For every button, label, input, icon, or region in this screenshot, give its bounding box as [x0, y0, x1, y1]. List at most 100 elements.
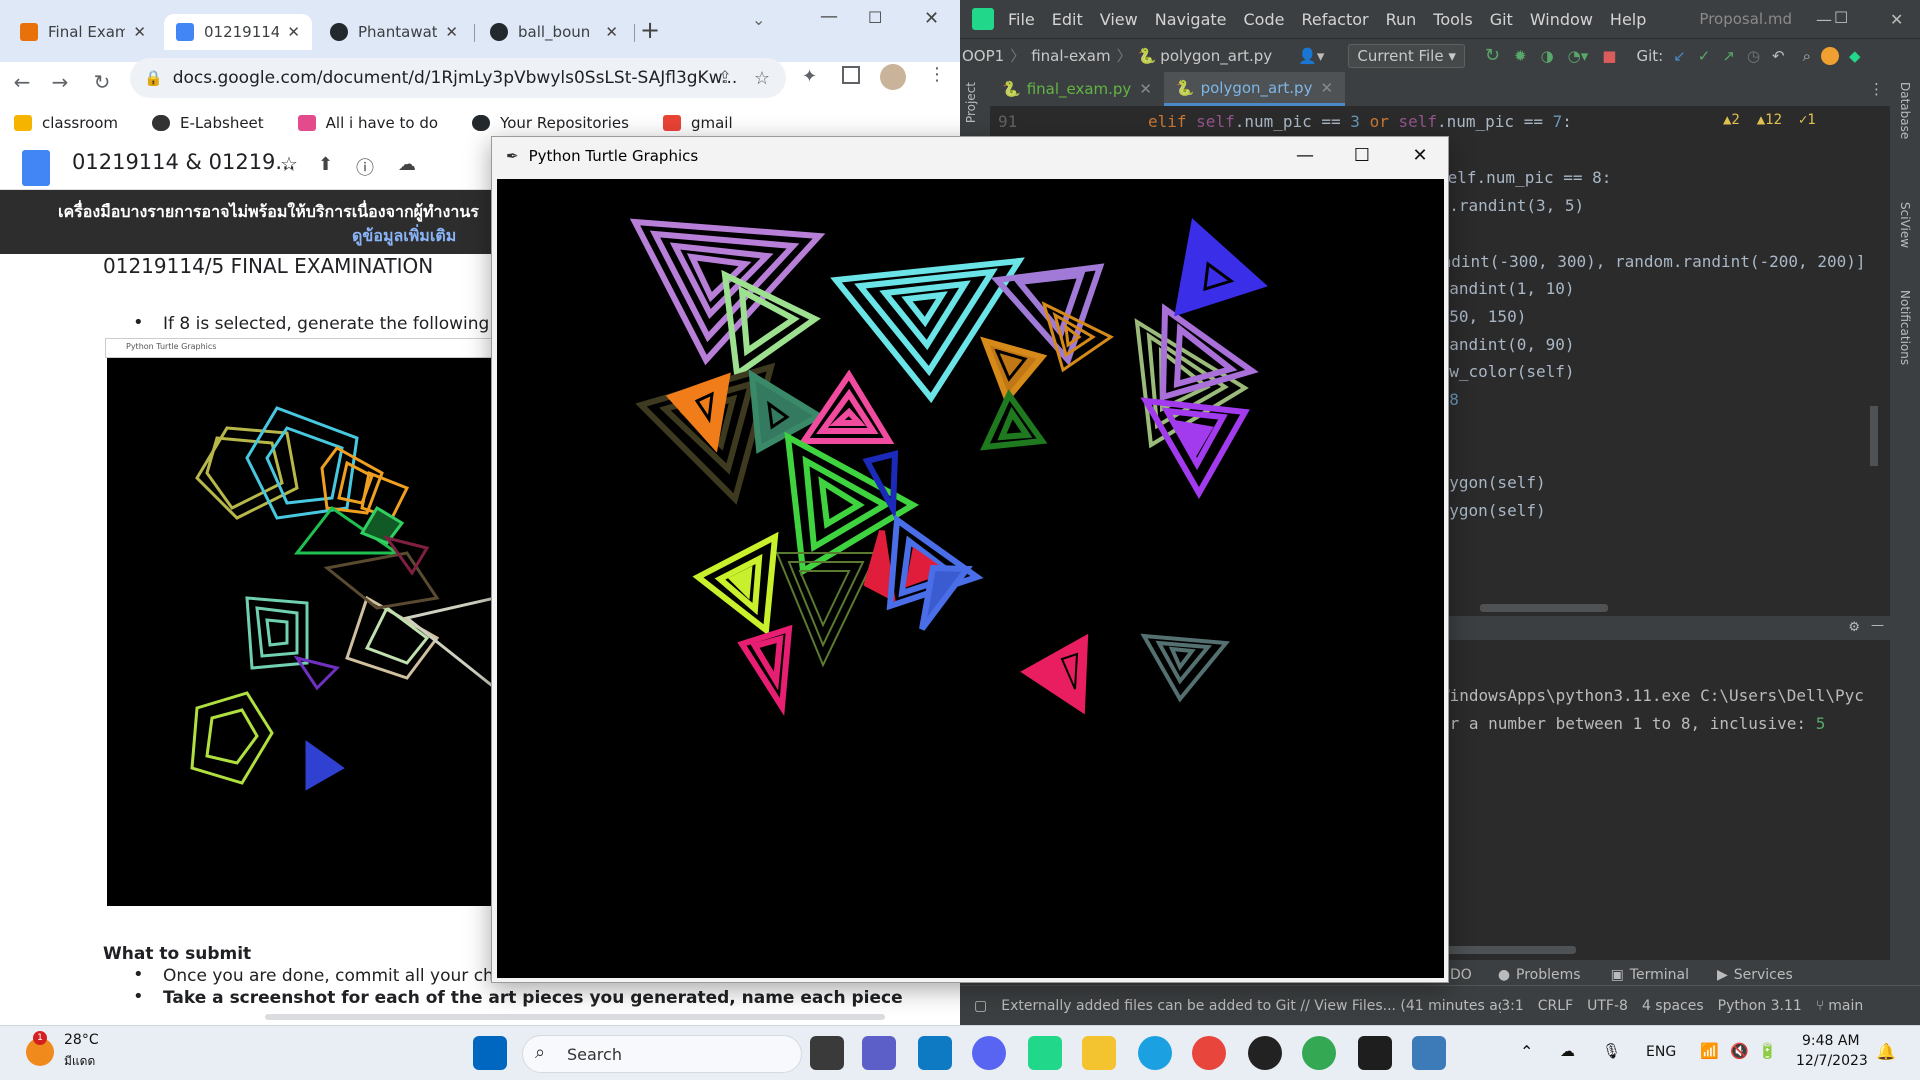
- bookmark-classroom[interactable]: classroom: [14, 114, 118, 132]
- close-icon[interactable]: ✕: [1320, 79, 1333, 97]
- reload-icon[interactable]: ↻: [88, 68, 116, 96]
- turtle-canvas[interactable]: [497, 179, 1444, 978]
- cloud-icon[interactable]: ☁: [398, 154, 416, 175]
- notifications-tool-tab[interactable]: Notifications: [1898, 290, 1912, 365]
- bookmark-gmail[interactable]: gmail: [662, 114, 733, 132]
- close-icon[interactable]: ✕: [605, 23, 618, 41]
- minimize-button[interactable]: —: [820, 6, 838, 27]
- pycharm-icon[interactable]: [1028, 1036, 1062, 1070]
- onedrive-icon[interactable]: ☁: [1560, 1042, 1575, 1060]
- chrome-profile-icon[interactable]: [1302, 1036, 1336, 1070]
- mic-icon[interactable]: 🎙: [1602, 1042, 1621, 1060]
- clock-date[interactable]: 12/7/2023: [1796, 1053, 1868, 1069]
- status-indent[interactable]: 4 spaces: [1642, 998, 1704, 1014]
- debug-icon[interactable]: ✹: [1514, 47, 1527, 65]
- tool-tab-todo[interactable]: DO: [1450, 967, 1472, 983]
- star-icon[interactable]: ☆: [280, 152, 298, 176]
- status-encoding[interactable]: UTF-8: [1587, 998, 1628, 1014]
- menu-git[interactable]: Git: [1490, 10, 1513, 29]
- edge-icon[interactable]: [1138, 1036, 1172, 1070]
- doc-title[interactable]: 01219114 & 01219...: [72, 150, 295, 174]
- bookmark-todo[interactable]: All i have to do: [297, 114, 438, 132]
- start-icon[interactable]: [473, 1036, 507, 1070]
- tool-tab-problems[interactable]: Problems: [1516, 967, 1581, 983]
- status-line-ending[interactable]: CRLF: [1538, 998, 1573, 1014]
- extensions-icon[interactable]: ✦: [802, 66, 817, 87]
- close-window-button[interactable]: ✕: [1392, 137, 1448, 175]
- close-icon[interactable]: ✕: [445, 23, 458, 41]
- menu-edit[interactable]: Edit: [1052, 10, 1083, 29]
- menu-help[interactable]: Help: [1610, 10, 1646, 29]
- horizontal-scrollbar[interactable]: [265, 1014, 885, 1020]
- explorer-icon[interactable]: [1082, 1036, 1116, 1070]
- database-tool-tab[interactable]: Database: [1898, 82, 1912, 139]
- info-icon[interactable]: ⓘ: [356, 154, 374, 180]
- breadcrumb-project[interactable]: OOP1: [962, 47, 1004, 65]
- update-icon[interactable]: [1821, 46, 1840, 65]
- tab-doc[interactable]: 01219114 ✕: [164, 14, 312, 50]
- git-push-icon[interactable]: ↗: [1722, 47, 1735, 65]
- forward-icon[interactable]: →: [46, 68, 74, 96]
- status-message[interactable]: Externally added files can be added to G…: [1001, 998, 1501, 1014]
- language-indicator[interactable]: ENG: [1646, 1044, 1676, 1060]
- close-icon[interactable]: ✕: [1139, 80, 1152, 98]
- editor-vscrollbar[interactable]: [1870, 406, 1878, 466]
- close-window-button[interactable]: ✕: [924, 8, 939, 29]
- console-hscrollbar[interactable]: [1440, 946, 1576, 954]
- clock-time[interactable]: 9:48 AM: [1802, 1033, 1860, 1049]
- tool-tab-terminal[interactable]: Terminal: [1630, 967, 1689, 983]
- share-icon[interactable]: ⇪: [718, 68, 732, 88]
- status-interpreter[interactable]: Python 3.11: [1718, 998, 1802, 1014]
- tab-final-exam[interactable]: Final Exam ✕: [8, 14, 158, 50]
- discord-icon[interactable]: [972, 1036, 1006, 1070]
- editor-hscrollbar[interactable]: [1480, 604, 1608, 612]
- rollback-icon[interactable]: ↶: [1772, 47, 1785, 65]
- meet-icon[interactable]: [862, 1036, 896, 1070]
- banner-link[interactable]: ดูข้อมูลเพิ่มเติม: [352, 224, 456, 249]
- close-icon[interactable]: ✕: [287, 23, 300, 41]
- minimize-button[interactable]: —: [1277, 137, 1333, 175]
- git-commit-icon[interactable]: ✓: [1698, 47, 1711, 65]
- move-icon[interactable]: ⬆: [318, 154, 333, 175]
- breadcrumb-folder[interactable]: final-exam: [1031, 47, 1110, 65]
- profile-icon[interactable]: ◔▾: [1568, 47, 1589, 65]
- task-view-icon[interactable]: [810, 1036, 844, 1070]
- editor-tab-polygon-art[interactable]: 🐍 polygon_art.py ✕: [1163, 72, 1346, 106]
- status-branch[interactable]: main: [1828, 998, 1863, 1014]
- star-icon[interactable]: ☆: [754, 68, 770, 89]
- docs-logo-icon[interactable]: [22, 150, 50, 186]
- status-position[interactable]: 3:1: [1501, 998, 1524, 1014]
- python-icon[interactable]: [1412, 1036, 1446, 1070]
- sciview-tool-tab[interactable]: SciView: [1898, 202, 1912, 248]
- sidepanel-icon[interactable]: [842, 66, 860, 84]
- menu-tools[interactable]: Tools: [1433, 10, 1472, 29]
- stop-icon[interactable]: ■: [1602, 47, 1616, 65]
- rerun-icon[interactable]: ↻: [1485, 45, 1500, 66]
- close-icon[interactable]: ✕: [133, 23, 146, 41]
- tabs-menu-icon[interactable]: ⋮: [1869, 80, 1884, 98]
- wifi-icon[interactable]: 📶: [1700, 1042, 1719, 1060]
- bookmark-repos[interactable]: Your Repositories: [472, 114, 629, 132]
- close-window-button[interactable]: ✕: [1890, 10, 1903, 29]
- bookmark-elabsheet[interactable]: E-Labsheet: [152, 114, 264, 132]
- toolbox-icon[interactable]: ◆: [1849, 47, 1861, 65]
- hide-icon[interactable]: —: [1871, 618, 1884, 633]
- volume-icon[interactable]: 🔇: [1730, 1042, 1749, 1060]
- weather-temp[interactable]: 28°C: [64, 1032, 99, 1048]
- chrome-icon[interactable]: [1192, 1036, 1226, 1070]
- tab-github-ball[interactable]: ball_boun ✕: [478, 14, 630, 50]
- minimize-button[interactable]: —: [1816, 10, 1832, 29]
- user-icon[interactable]: 👤▾: [1298, 47, 1324, 65]
- tab-search-icon[interactable]: ⌄: [752, 10, 765, 29]
- history-icon[interactable]: ◷: [1747, 47, 1760, 65]
- taskbar-search[interactable]: ⌕ Search: [522, 1035, 802, 1073]
- coverage-icon[interactable]: ◑: [1541, 47, 1554, 65]
- status-layout-icon[interactable]: ▢: [974, 998, 987, 1014]
- new-tab-button[interactable]: +: [640, 16, 660, 44]
- tab-github-phantawat[interactable]: Phantawat ✕: [318, 14, 470, 50]
- menu-code[interactable]: Code: [1244, 10, 1285, 29]
- avatar[interactable]: [880, 64, 906, 90]
- inspection-widget[interactable]: ▲2 ▲12 ✓1: [1723, 112, 1816, 128]
- address-bar[interactable]: 🔒 docs.google.com/document/d/1RjmLy3pVbw…: [130, 58, 786, 98]
- back-icon[interactable]: ←: [8, 68, 36, 96]
